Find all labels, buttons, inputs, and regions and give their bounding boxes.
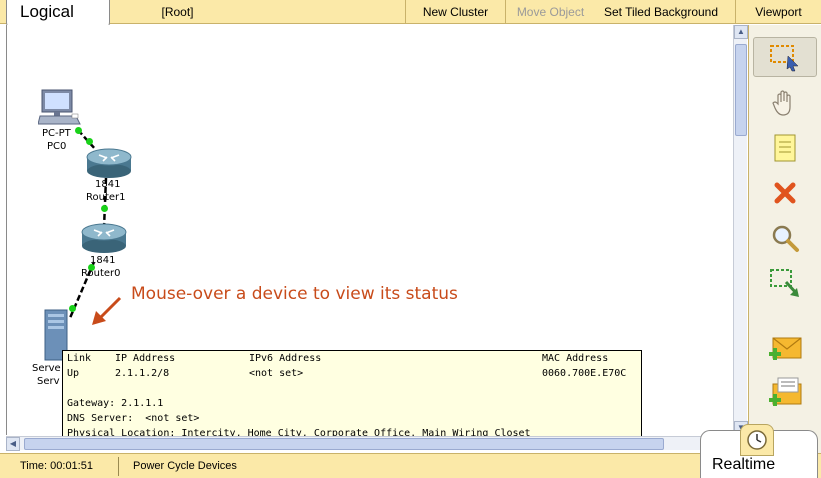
vertical-scrollbar[interactable]: ▲ ▼ xyxy=(733,25,748,437)
router0-device[interactable] xyxy=(80,220,128,257)
resize-shape-icon xyxy=(770,269,799,297)
add-simple-pdu-icon xyxy=(769,337,802,360)
router0-name-label: Router0 xyxy=(81,268,121,279)
tooltip-header-ipv6: IPv6 Address xyxy=(249,353,322,364)
server0-type-label: Serve xyxy=(32,363,61,374)
select-icon xyxy=(770,45,799,72)
link-status-dot xyxy=(101,205,108,212)
tooltip-link-status: Up xyxy=(67,368,80,379)
delete-tool-button[interactable] xyxy=(753,173,817,213)
link-status-dot xyxy=(86,138,93,145)
pc0-device[interactable] xyxy=(37,88,82,131)
add-simple-pdu-button[interactable] xyxy=(753,330,817,370)
move-layout-tool-button[interactable] xyxy=(753,83,817,123)
router-icon xyxy=(86,148,132,178)
router-icon xyxy=(81,223,127,253)
add-complex-pdu-button[interactable] xyxy=(753,373,817,413)
tooltip-gateway: Gateway: 2.1.1.1 xyxy=(67,398,164,409)
tooltip-header-mac: MAC Address xyxy=(542,353,609,364)
tooltip-dns: DNS Server: <not set> xyxy=(67,413,200,424)
realtime-clock-icon[interactable] xyxy=(740,424,774,456)
hand-icon xyxy=(772,90,791,116)
power-cycle-devices-button[interactable]: Power Cycle Devices xyxy=(133,454,237,478)
scroll-left-icon[interactable]: ◀ xyxy=(6,437,20,451)
scroll-up-icon[interactable]: ▲ xyxy=(734,25,748,39)
delete-icon xyxy=(774,182,796,204)
realtime-label: Realtime xyxy=(712,456,776,473)
resize-shape-tool-button[interactable] xyxy=(753,263,817,303)
device-status-tooltip: Link IP Address IPv6 Address MAC Address… xyxy=(62,350,642,443)
tooltip-header-link: Link xyxy=(67,353,92,364)
inspect-tool-button[interactable] xyxy=(753,218,817,258)
select-tool-button[interactable] xyxy=(753,37,817,77)
simulation-time: Time: 00:01:51 xyxy=(20,460,93,472)
tutorial-annotation: Mouse-over a device to view its status xyxy=(131,284,458,304)
pc0-type-label: PC-PT xyxy=(42,128,71,139)
tooltip-mac-address: 0060.700E.E70C xyxy=(542,368,627,379)
tooltip-ip-address: 2.1.1.2/8 xyxy=(115,368,170,379)
tooltip-ipv6-address: <not set> xyxy=(249,368,304,379)
place-note-tool-button[interactable] xyxy=(753,128,817,168)
router0-type-label: 1841 xyxy=(90,255,116,266)
status-bar: Time: 00:01:51 Power Cycle Devices xyxy=(0,453,821,478)
vertical-scroll-thumb[interactable] xyxy=(735,44,747,136)
annotation-arrow-icon xyxy=(92,296,122,325)
router1-type-label: 1841 xyxy=(95,179,121,190)
router1-name-label: Router1 xyxy=(86,192,126,203)
router1-device[interactable] xyxy=(85,145,133,182)
common-tools-bar xyxy=(748,25,821,453)
pc0-name-label: PC0 xyxy=(47,141,67,152)
status-divider xyxy=(118,457,119,476)
horizontal-scrollbar[interactable]: ◀ ▶ xyxy=(6,436,734,451)
viewport-button[interactable]: Viewport xyxy=(735,0,821,24)
add-complex-pdu-icon xyxy=(769,377,802,406)
server0-name-label: Serv xyxy=(37,376,60,387)
note-icon xyxy=(774,134,796,162)
inspect-icon xyxy=(772,225,799,252)
horizontal-scroll-thumb[interactable] xyxy=(24,438,664,450)
pc-icon xyxy=(37,89,81,125)
tooltip-header-ip: IP Address xyxy=(115,353,176,364)
